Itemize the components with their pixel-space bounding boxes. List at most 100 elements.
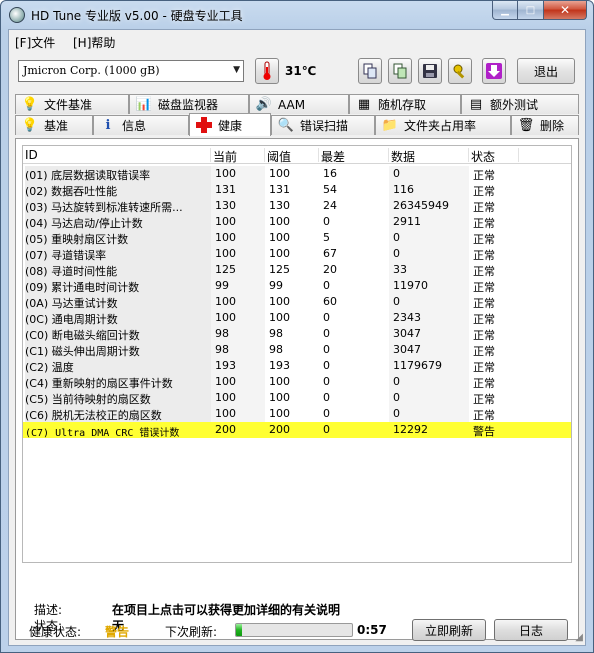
row-attribute-name: (04) 马达启动/停止计数 bbox=[25, 214, 211, 230]
table-row[interactable]: (C6) 脱机无法校正的扇区数 100 100 0 0 正常 bbox=[23, 406, 571, 422]
maximize-icon: □ bbox=[525, 4, 536, 16]
tab-file-benchmark[interactable]: 💡 文件基准 bbox=[15, 94, 129, 114]
row-thr: 100 bbox=[269, 215, 290, 228]
copy-button[interactable] bbox=[358, 58, 382, 84]
maximize-button[interactable]: □ bbox=[518, 1, 544, 20]
health-status-label: 健康状态: bbox=[29, 625, 82, 639]
row-status: 正常 bbox=[473, 233, 495, 246]
download-button[interactable] bbox=[482, 58, 506, 84]
row-thr: 100 bbox=[269, 407, 290, 420]
table-row[interactable]: (0A) 马达重试计数 100 100 60 0 正常 bbox=[23, 294, 571, 310]
temperature-button[interactable] bbox=[255, 58, 279, 84]
row-worst: 60 bbox=[323, 295, 337, 308]
health-status-value: 警告 bbox=[105, 625, 130, 639]
options-button[interactable] bbox=[448, 58, 472, 84]
save-button[interactable] bbox=[418, 58, 442, 84]
refresh-now-button[interactable]: 立即刷新 bbox=[412, 619, 486, 641]
tab-info[interactable]: i 信息 bbox=[93, 115, 189, 135]
row-cur: 100 bbox=[215, 391, 236, 404]
row-thr: 200 bbox=[269, 423, 290, 436]
row-attribute-name: (C5) 当前待映射的扇区数 bbox=[25, 390, 211, 406]
table-row[interactable]: (05) 重映射扇区计数 100 100 5 0 正常 bbox=[23, 230, 571, 246]
col-status[interactable]: 状态 bbox=[469, 148, 519, 164]
table-row[interactable]: (07) 寻道错误率 100 100 67 0 正常 bbox=[23, 246, 571, 262]
col-data[interactable]: 数据 bbox=[389, 148, 469, 164]
row-thr: 131 bbox=[269, 183, 290, 196]
tab-error-scan[interactable]: 🔍 错误扫描 bbox=[271, 115, 375, 135]
row-worst: 0 bbox=[323, 407, 330, 420]
table-row[interactable]: (C4) 重新映射的扇区事件计数 100 100 0 0 正常 bbox=[23, 374, 571, 390]
row-status: 正常 bbox=[473, 201, 495, 214]
row-status: 正常 bbox=[473, 217, 495, 230]
table-row[interactable]: (08) 寻道时间性能 125 125 20 33 正常 bbox=[23, 262, 571, 278]
row-cur: 98 bbox=[215, 343, 229, 356]
row-cur: 100 bbox=[215, 311, 236, 324]
table-row[interactable]: (03) 马达旋转到标准转速所需... 130 130 24 26345949 正常 bbox=[23, 198, 571, 214]
window-title: HD Tune 专业版 v5.00 - 硬盘专业工具 bbox=[31, 9, 243, 23]
tab-disk-monitor[interactable]: 📊 磁盘监视器 bbox=[129, 94, 249, 114]
row-worst: 16 bbox=[323, 167, 337, 180]
tab-extra-tests[interactable]: ▤ 额外测试 bbox=[461, 94, 579, 114]
table-row[interactable]: (0C) 通电周期计数 100 100 0 2343 正常 bbox=[23, 310, 571, 326]
copy-green-icon bbox=[393, 63, 407, 79]
row-worst: 0 bbox=[323, 375, 330, 388]
row-attribute-name: (02) 数据吞吐性能 bbox=[25, 182, 211, 198]
exit-button[interactable]: 退出 bbox=[517, 58, 575, 84]
row-worst: 0 bbox=[323, 311, 330, 324]
thermometer-icon bbox=[263, 61, 271, 80]
copy-all-button[interactable] bbox=[388, 58, 412, 84]
drive-select[interactable]: Jmicron Corp. (1000 gB) ▼ bbox=[18, 60, 244, 82]
table-row[interactable]: (09) 累计通电时间计数 99 99 0 11970 正常 bbox=[23, 278, 571, 294]
tab-random-access[interactable]: ▦ 随机存取 bbox=[349, 94, 461, 114]
title-bar[interactable]: HD Tune 专业版 v5.00 - 硬盘专业工具 ▁ □ ✕ bbox=[1, 1, 593, 29]
row-attribute-name: (C6) 脱机无法校正的扇区数 bbox=[25, 406, 211, 422]
table-row[interactable]: (C1) 磁头伸出周期计数 98 98 0 3047 正常 bbox=[23, 342, 571, 358]
hdtune-app-icon bbox=[9, 7, 25, 23]
row-status: 正常 bbox=[473, 313, 495, 326]
col-id[interactable]: ID bbox=[23, 148, 211, 162]
row-thr: 99 bbox=[269, 279, 283, 292]
col-current[interactable]: 当前 bbox=[211, 148, 265, 164]
table-row[interactable]: (04) 马达启动/停止计数 100 100 0 2911 正常 bbox=[23, 214, 571, 230]
table-row[interactable]: (C5) 当前待映射的扇区数 100 100 0 0 正常 bbox=[23, 390, 571, 406]
close-button[interactable]: ✕ bbox=[544, 1, 587, 20]
description-value: 在项目上点击可以获得更加详细的有关说明 bbox=[112, 603, 341, 617]
row-data: 2911 bbox=[393, 215, 421, 228]
tab-benchmark[interactable]: 💡 基准 bbox=[15, 115, 93, 135]
tab-erase[interactable]: 🗑 删除 bbox=[511, 115, 579, 135]
table-row[interactable]: (C2) 温度 193 193 0 1179679 正常 bbox=[23, 358, 571, 374]
menu-help[interactable]: [H]帮助 bbox=[73, 34, 115, 51]
row-cur: 100 bbox=[215, 215, 236, 228]
menu-file[interactable]: [F]文件 bbox=[15, 34, 55, 51]
row-attribute-name: (01) 底层数据读取错误率 bbox=[25, 166, 211, 182]
row-thr: 193 bbox=[269, 359, 290, 372]
row-data: 1179679 bbox=[393, 359, 442, 372]
row-cur: 98 bbox=[215, 327, 229, 340]
row-worst: 24 bbox=[323, 199, 337, 212]
row-attribute-name: (07) 寻道错误率 bbox=[25, 246, 211, 262]
table-row[interactable]: (02) 数据吞吐性能 131 131 54 116 正常 bbox=[23, 182, 571, 198]
row-attribute-name: (05) 重映射扇区计数 bbox=[25, 230, 211, 246]
row-worst: 0 bbox=[323, 423, 330, 436]
lightbulb-icon: 💡 bbox=[21, 118, 39, 133]
row-status: 正常 bbox=[473, 361, 495, 374]
resize-grip-icon[interactable]: ◢ bbox=[575, 632, 583, 643]
magnifier-icon: 🔍 bbox=[277, 118, 295, 133]
tab-health[interactable]: 健康 bbox=[189, 113, 271, 136]
row-attribute-name: (C2) 温度 bbox=[25, 358, 211, 374]
row-worst: 0 bbox=[323, 215, 330, 228]
minimize-button[interactable]: ▁ bbox=[492, 1, 518, 20]
log-button[interactable]: 日志 bbox=[494, 619, 568, 641]
row-status: 警告 bbox=[473, 425, 495, 438]
col-threshold[interactable]: 阈值 bbox=[265, 148, 319, 164]
tab-aam[interactable]: 🔊 AAM bbox=[249, 94, 349, 114]
row-status: 正常 bbox=[473, 329, 495, 342]
row-data: 0 bbox=[393, 247, 400, 260]
row-data: 0 bbox=[393, 391, 400, 404]
table-row[interactable]: (C7) Ultra DMA CRC 错误计数 200 200 0 12292 警告 bbox=[23, 422, 571, 438]
row-thr: 130 bbox=[269, 199, 290, 212]
col-worst[interactable]: 最差 bbox=[319, 148, 389, 164]
table-row[interactable]: (C0) 断电磁头缩回计数 98 98 0 3047 正常 bbox=[23, 326, 571, 342]
tab-folder-usage[interactable]: 📁 文件夹占用率 bbox=[375, 115, 511, 135]
table-row[interactable]: (01) 底层数据读取错误率 100 100 16 0 正常 bbox=[23, 166, 571, 182]
